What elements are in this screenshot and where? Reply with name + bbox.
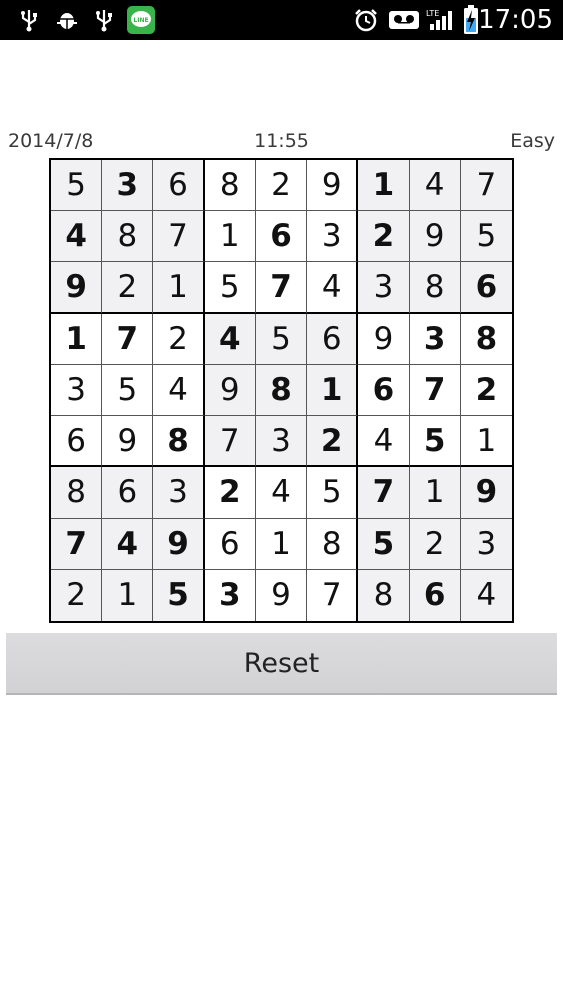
sudoku-cell[interactable]: 4: [153, 364, 205, 417]
sudoku-cell[interactable]: 7: [358, 467, 410, 519]
sudoku-cell[interactable]: 1: [307, 364, 359, 417]
sudoku-board: 5368291474871632959215743861724569383549…: [49, 158, 514, 623]
sudoku-cell[interactable]: 3: [460, 518, 512, 570]
line-app-icon: LINE: [127, 6, 155, 34]
sudoku-cell[interactable]: 1: [460, 416, 512, 468]
game-info-bar: 2014/7/8 11:55 Easy: [0, 130, 563, 154]
sudoku-cell[interactable]: 1: [51, 313, 103, 365]
sudoku-cell[interactable]: 6: [255, 211, 308, 263]
sudoku-cell[interactable]: 5: [51, 160, 103, 212]
sudoku-cell[interactable]: 9: [409, 211, 461, 263]
sudoku-cell[interactable]: 2: [204, 467, 256, 519]
sudoku-cell[interactable]: 7: [409, 364, 461, 417]
sudoku-cell[interactable]: 6: [153, 160, 205, 212]
sudoku-cell[interactable]: 5: [307, 467, 359, 519]
sudoku-cell[interactable]: 5: [409, 416, 461, 468]
sudoku-cell[interactable]: 8: [153, 416, 205, 468]
sudoku-cell[interactable]: 8: [307, 518, 359, 570]
sudoku-cell[interactable]: 2: [153, 313, 205, 365]
sudoku-cell[interactable]: 5: [204, 262, 256, 314]
sudoku-cell[interactable]: 2: [460, 365, 512, 417]
sudoku-cell[interactable]: 6: [51, 416, 103, 468]
difficulty-level: Easy: [510, 130, 555, 152]
sudoku-cell[interactable]: 7: [255, 262, 308, 314]
sudoku-cell[interactable]: 1: [102, 569, 154, 621]
sudoku-cell[interactable]: 8: [255, 364, 308, 417]
usb-icon: [18, 8, 40, 32]
sudoku-cell[interactable]: 3: [255, 416, 308, 468]
sudoku-cell[interactable]: 5: [153, 569, 205, 621]
sudoku-cell[interactable]: 2: [255, 160, 308, 212]
sudoku-cell[interactable]: 8: [460, 314, 512, 365]
usb-icon: [93, 8, 115, 32]
sudoku-cell[interactable]: 3: [358, 262, 410, 314]
lte-label: LTE: [426, 9, 439, 18]
sudoku-cell[interactable]: 6: [204, 518, 256, 570]
sudoku-cell[interactable]: 6: [358, 364, 410, 417]
sudoku-cell[interactable]: 9: [358, 313, 410, 365]
sudoku-cell[interactable]: 9: [51, 262, 103, 314]
sudoku-cell[interactable]: 8: [358, 569, 410, 621]
sudoku-cell[interactable]: 5: [460, 211, 512, 263]
sudoku-cell[interactable]: 6: [307, 313, 359, 365]
sudoku-cell[interactable]: 4: [102, 518, 154, 570]
sudoku-cell[interactable]: 1: [255, 518, 308, 570]
game-timer: 11:55: [254, 130, 309, 152]
sudoku-cell[interactable]: 7: [102, 313, 154, 365]
sudoku-cell[interactable]: 7: [307, 569, 359, 621]
sudoku-cell[interactable]: 9: [256, 569, 308, 621]
sudoku-cell[interactable]: 7: [153, 211, 205, 263]
sudoku-cell[interactable]: 2: [102, 262, 154, 314]
sudoku-cell[interactable]: 2: [307, 416, 359, 468]
sudoku-cell[interactable]: 1: [153, 262, 205, 314]
sudoku-cell[interactable]: 5: [255, 313, 308, 365]
sudoku-cell[interactable]: 4: [255, 467, 308, 519]
sudoku-cell[interactable]: 8: [204, 160, 256, 212]
sudoku-cell[interactable]: 3: [102, 160, 154, 212]
sudoku-cell[interactable]: 5: [102, 364, 154, 417]
sudoku-cell[interactable]: 1: [358, 160, 410, 212]
status-time: 17:05: [478, 5, 553, 35]
sudoku-cell[interactable]: 5: [358, 518, 410, 570]
reset-button[interactable]: Reset: [6, 633, 557, 695]
alarm-icon: [352, 8, 380, 32]
signal-icon: LTE: [426, 8, 456, 32]
android-debug-icon: [55, 8, 79, 32]
sudoku-cell[interactable]: 9: [153, 518, 205, 570]
svg-text:LINE: LINE: [133, 17, 148, 24]
sudoku-cell[interactable]: 4: [51, 211, 103, 263]
sudoku-cell[interactable]: 9: [102, 416, 154, 468]
sudoku-cell[interactable]: 7: [204, 416, 256, 468]
sudoku-cell[interactable]: 3: [153, 467, 205, 519]
sudoku-cell[interactable]: 6: [409, 569, 461, 621]
sudoku-cell[interactable]: 1: [204, 211, 256, 263]
sudoku-cell[interactable]: 2: [409, 518, 461, 570]
sudoku-cell[interactable]: 4: [409, 160, 461, 212]
sudoku-cell[interactable]: 3: [51, 364, 103, 417]
sudoku-cell[interactable]: 8: [409, 262, 461, 314]
sudoku-cell[interactable]: 9: [204, 364, 256, 417]
sudoku-cell[interactable]: 8: [51, 467, 103, 519]
sudoku-cell[interactable]: 3: [205, 569, 256, 621]
sudoku-cell[interactable]: 6: [102, 467, 154, 519]
sudoku-cell[interactable]: 3: [307, 211, 359, 263]
sudoku-cell[interactable]: 4: [307, 262, 359, 314]
sudoku-cell[interactable]: 3: [409, 313, 461, 365]
sudoku-cell[interactable]: 4: [460, 569, 512, 621]
sudoku-cell[interactable]: 9: [460, 467, 512, 519]
sudoku-cell[interactable]: 2: [51, 569, 103, 621]
sudoku-cell[interactable]: 9: [307, 160, 359, 212]
sudoku-cell[interactable]: 7: [460, 160, 512, 212]
sudoku-cell[interactable]: 6: [460, 262, 512, 314]
sudoku-cell[interactable]: 8: [102, 211, 154, 263]
status-bar: LINE LTE 17:05: [0, 0, 563, 40]
sudoku-cell[interactable]: 4: [204, 313, 256, 365]
sudoku-cell[interactable]: 4: [358, 416, 410, 468]
sudoku-cell[interactable]: 2: [358, 211, 410, 263]
voicemail-icon: [388, 8, 420, 32]
sudoku-cell[interactable]: 7: [51, 518, 103, 570]
sudoku-cell[interactable]: 1: [409, 467, 461, 519]
